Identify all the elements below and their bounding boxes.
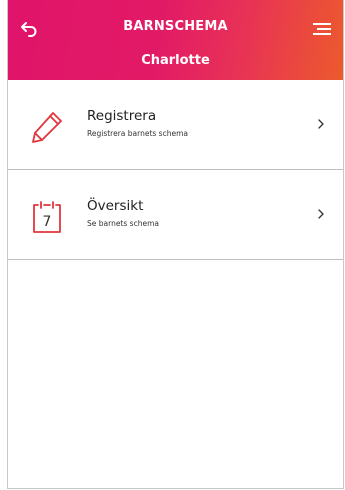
child-name: Charlotte: [141, 53, 210, 68]
menu-item-title: Registrera: [87, 108, 157, 124]
chevron-right-icon: [318, 209, 324, 219]
menu-item-text: Översikt Se barnets schema: [87, 198, 159, 228]
chevron-right-icon: [318, 119, 324, 129]
page-title: BARNSCHEMA: [123, 19, 228, 34]
app-header: BARNSCHEMA Charlotte: [8, 0, 343, 80]
menu-list: Registrera Registrera barnets schema 7 Ö…: [8, 80, 343, 260]
menu-item-title: Översikt: [87, 198, 144, 214]
app-screen: BARNSCHEMA Charlotte Registrera Registre…: [7, 0, 344, 489]
calendar-day-number: 7: [43, 214, 52, 230]
menu-item-oversikt[interactable]: 7 Översikt Se barnets schema: [8, 170, 343, 260]
menu-button[interactable]: [309, 16, 335, 42]
menu-item-registrera[interactable]: Registrera Registrera barnets schema: [8, 80, 343, 170]
calendar-icon: 7: [33, 201, 61, 233]
menu-item-text: Registrera Registrera barnets schema: [87, 108, 188, 138]
hamburger-menu-icon: [313, 23, 331, 35]
menu-item-subtitle: Registrera barnets schema: [87, 129, 188, 138]
pencil-icon: [32, 112, 62, 143]
menu-item-subtitle: Se barnets schema: [87, 219, 159, 228]
